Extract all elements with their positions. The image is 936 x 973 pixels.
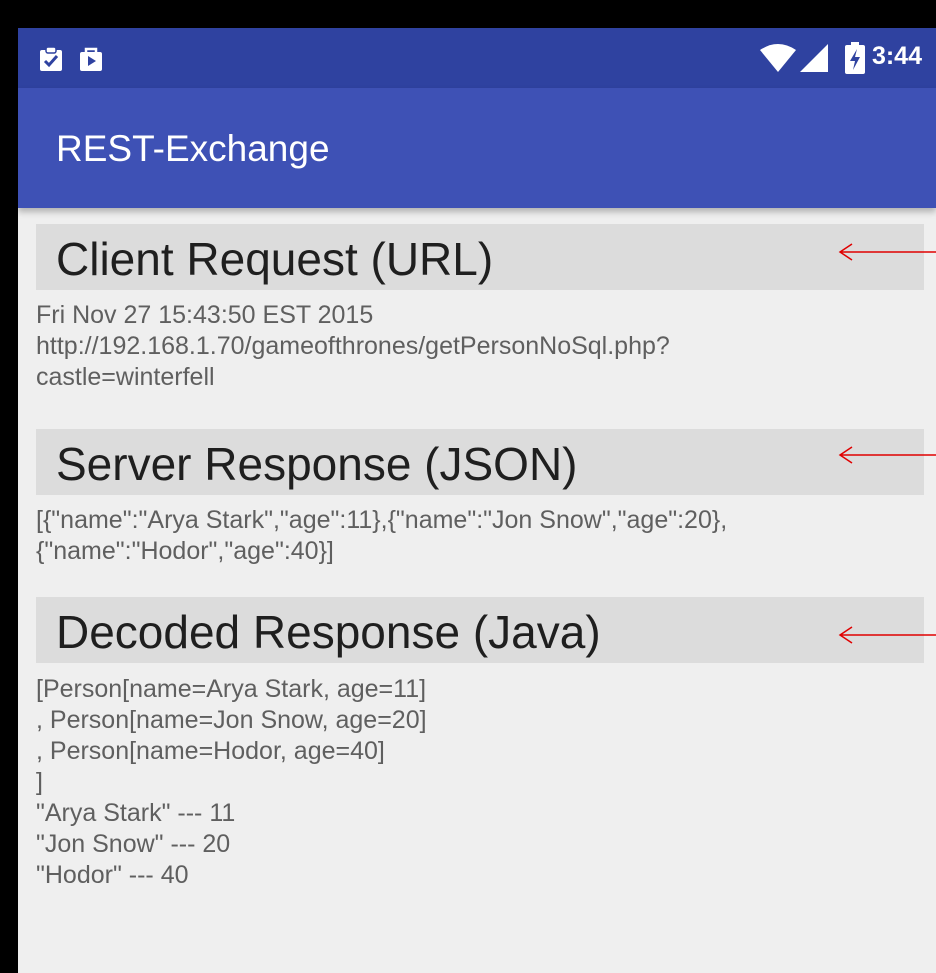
status-bar: 3:44 [18, 28, 936, 88]
decoded-response-body: [Person[name=Arya Stark, age=11] , Perso… [36, 674, 924, 891]
app-title: REST-Exchange [56, 128, 330, 169]
body-line: ] [36, 768, 43, 796]
body-line: [{"name":"Arya Stark","age":11},{"name":… [36, 506, 728, 534]
annotation-arrow-icon [838, 626, 936, 644]
annotation-arrow-icon [838, 243, 936, 261]
client-request-body: Fri Nov 27 15:43:50 EST 2015 http://192.… [36, 300, 924, 393]
body-line: , Person[name=Hodor, age=40] [36, 737, 385, 765]
section-title: Decoded Response (Java) [56, 606, 601, 658]
battery-charging-icon [845, 42, 865, 79]
section-title: Client Request (URL) [56, 233, 494, 285]
body-line: castle=winterfell [36, 363, 215, 391]
status-time: 3:44 [871, 42, 922, 70]
phone-screen: 3:44 REST-Exchange Client Request (URL) … [18, 28, 936, 973]
body-line: "Hodor" --- 40 [36, 861, 189, 889]
body-line: [Person[name=Arya Stark, age=11] [36, 675, 427, 703]
server-response-header: Server Response (JSON) [36, 429, 924, 495]
body-line: "Jon Snow" --- 20 [36, 830, 231, 858]
play-store-icon [78, 46, 104, 77]
body-line: http://192.168.1.70/gameofthrones/getPer… [36, 332, 670, 360]
client-request-header: Client Request (URL) [36, 224, 924, 290]
server-response-body: [{"name":"Arya Stark","age":11},{"name":… [36, 505, 924, 567]
decoded-response-header: Decoded Response (Java) [36, 597, 924, 663]
section-title: Server Response (JSON) [56, 438, 578, 490]
body-line: , Person[name=Jon Snow, age=20] [36, 706, 427, 734]
clipboard-check-icon [38, 46, 64, 77]
signal-icon [800, 44, 828, 77]
annotation-arrow-icon [838, 446, 936, 464]
body-line: "Arya Stark" --- 11 [36, 799, 236, 827]
app-bar: REST-Exchange [18, 88, 936, 208]
wifi-icon [760, 44, 796, 77]
body-line: Fri Nov 27 15:43:50 EST 2015 [36, 301, 374, 329]
body-line: {"name":"Hodor","age":40}] [36, 537, 334, 565]
